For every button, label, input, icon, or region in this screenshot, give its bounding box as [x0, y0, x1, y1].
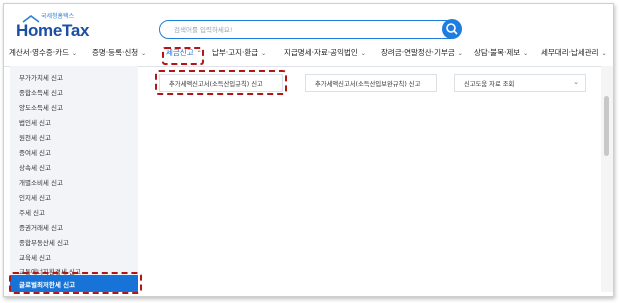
search-icon: [446, 23, 458, 35]
nav-label: 계산서·영수증·카드: [9, 48, 69, 57]
nav-item-statements[interactable]: 지급명세·자료·공익법인 ⌄: [284, 47, 366, 58]
chevron-down-icon: ⌄: [573, 78, 579, 86]
hometax-logo[interactable]: 국세청홈택스 HomeTax: [14, 11, 90, 45]
logo-subtitle: 국세청홈택스: [41, 13, 75, 20]
chevron-down-icon: ⌄: [360, 50, 366, 57]
sidebar-item-property-tax[interactable]: 종합부동산세 신고: [19, 237, 69, 247]
nav-item-payment[interactable]: 납부·고지·환급 ⌄: [212, 47, 266, 58]
sidebar-item-stamp-tax[interactable]: 인지세 신고: [19, 192, 51, 202]
sidebar-item-transfer-tax[interactable]: 양도소득세 신고: [19, 102, 63, 112]
sidebar-item-liquor-tax[interactable]: 주세 신고: [19, 207, 45, 217]
card-label: 신고도움 자료 조회: [464, 81, 515, 88]
card-undertaxed-payments-rule[interactable]: 추가세액신고서(소득산입보완규칙) 신고: [305, 74, 437, 92]
sidebar-item-withholding-tax[interactable]: 원천세 신고: [19, 132, 51, 142]
nav-highlight-annotation: [162, 47, 204, 65]
sidebar-item-inheritance-tax[interactable]: 상속세 신고: [19, 162, 51, 172]
browser-frame: 국세청홈택스 HomeTax 검색어를 입력하세요! 계산서·영수증·카드 ⌄ 증…: [3, 3, 614, 297]
nav-label: 상담·불복·제보: [474, 48, 521, 57]
nav-label: 장려금·연말정산·기부금: [381, 48, 455, 57]
sidebar-item-gift-tax[interactable]: 증여세 신고: [19, 147, 51, 157]
sidebar-highlight-annotation: [9, 272, 142, 294]
main-nav: 계산서·영수증·카드 ⌄ 증명·등록·신청 ⌄ 세금신고 ⌃ 납부·고지·환급 ⌄ 지급…: [4, 42, 613, 67]
card-filing-help-data[interactable]: 신고도움 자료 조회 ⌄: [454, 74, 586, 92]
nav-item-incentives[interactable]: 장려금·연말정산·기부금 ⌄: [381, 47, 463, 58]
search-button[interactable]: [442, 19, 462, 39]
chevron-down-icon: ⌄: [261, 50, 267, 57]
scrollbar[interactable]: [601, 66, 613, 292]
nav-label: 증명·등록·신청: [92, 48, 139, 57]
nav-label: 지급명세·자료·공익법인: [284, 48, 358, 57]
sidebar-item-corporate-tax[interactable]: 법인세 신고: [19, 117, 51, 127]
scroll-thumb[interactable]: [604, 96, 609, 156]
search-input[interactable]: 검색어를 입력하세요!: [174, 24, 233, 34]
card-label: 추가세액신고서(소득산입보완규칙) 신고: [315, 81, 421, 88]
sidebar-item-consumption-tax[interactable]: 개별소비세 신고: [19, 177, 63, 187]
sidebar-item-education-tax[interactable]: 교육세 신고: [19, 252, 51, 262]
chevron-down-icon: ⌄: [71, 50, 77, 57]
chevron-down-icon: ⌄: [141, 50, 147, 57]
nav-item-tax-agent[interactable]: 세무대리·납세관리 ⌄: [541, 47, 607, 58]
card-highlight-annotation: [155, 70, 287, 95]
nav-item-certificates[interactable]: 증명·등록·신청 ⌄: [92, 47, 146, 58]
nav-item-invoices[interactable]: 계산서·영수증·카드 ⌄: [9, 47, 77, 58]
chevron-down-icon: ⌄: [457, 50, 463, 57]
logo-title: HomeTax: [16, 21, 90, 40]
nav-label: 납부·고지·환급: [212, 48, 259, 57]
nav-label: 세무대리·납세관리: [541, 48, 599, 57]
sidebar: 부가가치세 신고 종합소득세 신고 양도소득세 신고 법인세 신고 원천세 신고…: [10, 66, 138, 292]
sidebar-item-income-tax[interactable]: 종합소득세 신고: [19, 87, 63, 97]
chevron-down-icon: ⌄: [601, 50, 607, 57]
nav-item-consulting[interactable]: 상담·불복·제보 ⌄: [474, 47, 528, 58]
sidebar-item-vat[interactable]: 부가가치세 신고: [19, 72, 63, 82]
chevron-down-icon: ⌄: [523, 50, 529, 57]
search-box[interactable]: 검색어를 입력하세요!: [159, 19, 462, 39]
sidebar-item-securities-tax[interactable]: 증권거래세 신고: [19, 222, 63, 232]
